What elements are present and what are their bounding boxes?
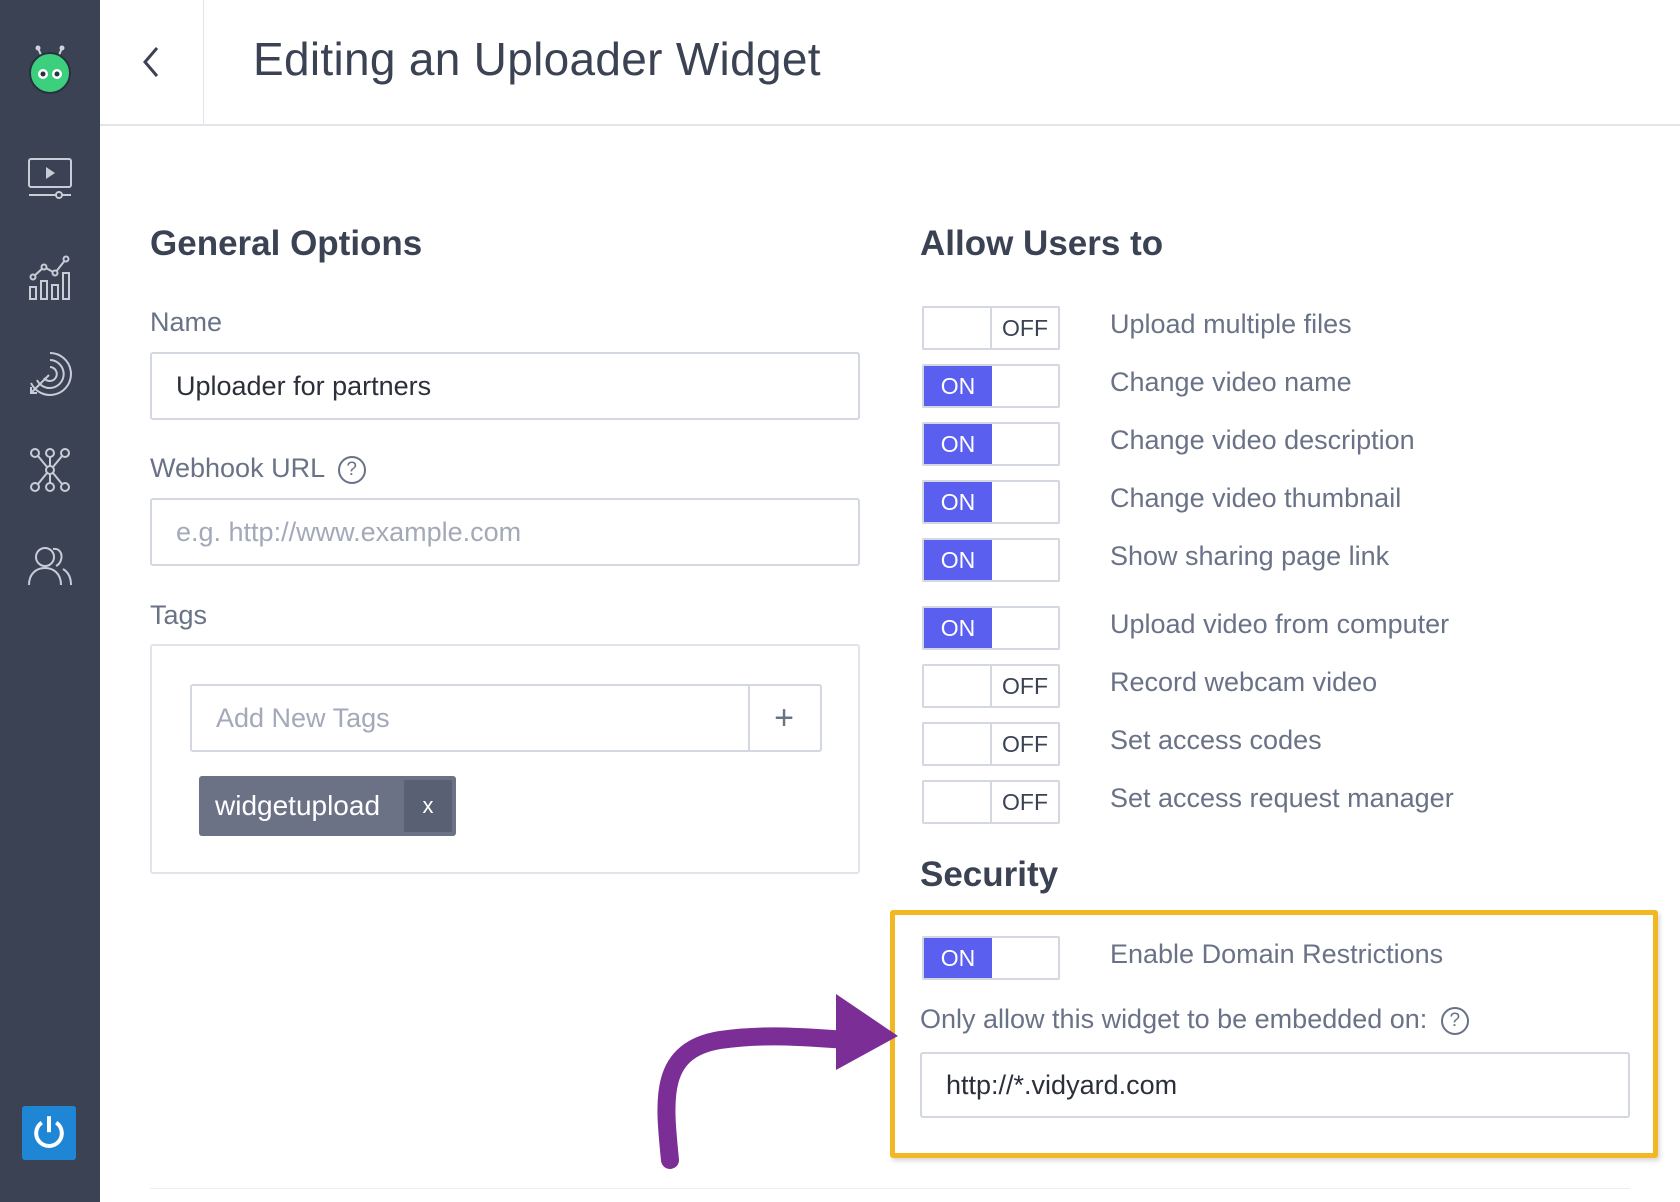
chevron-left-icon xyxy=(142,47,158,77)
page-header: Editing an Uploader Widget xyxy=(100,0,1680,126)
option-label: Change video thumbnail xyxy=(1110,483,1402,513)
toggle-on-label: ON xyxy=(924,424,992,464)
tag-input[interactable]: Add New Tags xyxy=(190,684,750,752)
webhook-url-input[interactable]: e.g. http://www.example.com xyxy=(150,498,860,566)
toggle-show-sharing-page-link[interactable]: ON xyxy=(922,538,1060,582)
option-label: Upload multiple files xyxy=(1110,309,1352,339)
toggle-off-label: OFF xyxy=(990,782,1058,822)
toggle-off-label: OFF xyxy=(990,308,1058,348)
back-button[interactable] xyxy=(100,0,204,124)
users-icon[interactable] xyxy=(24,540,76,592)
toggle-change-video-name[interactable]: ON xyxy=(922,364,1060,408)
power-icon[interactable] xyxy=(22,1106,76,1160)
toggle-set-access-request-manager[interactable]: OFF xyxy=(922,780,1060,824)
general-options-title: General Options xyxy=(150,224,423,263)
toggle-off-label: OFF xyxy=(990,724,1058,764)
allow-users-title: Allow Users to xyxy=(920,224,1164,263)
toggle-change-video-thumbnail[interactable]: ON xyxy=(922,480,1060,524)
toggle-upload-multiple-files[interactable]: OFF xyxy=(922,306,1060,350)
curved-arrow-icon xyxy=(657,994,898,1169)
tags-label: Tags xyxy=(150,600,208,630)
option-label: Upload video from computer xyxy=(1110,609,1450,639)
help-icon[interactable]: ? xyxy=(337,455,366,484)
page-title: Editing an Uploader Widget xyxy=(253,33,821,85)
name-label: Name xyxy=(150,307,223,337)
plus-icon: + xyxy=(774,698,794,737)
toggle-on-label: ON xyxy=(924,366,992,406)
toggle-on-label: ON xyxy=(924,608,992,648)
tag-input-placeholder: Add New Tags xyxy=(216,702,390,733)
robot-logo-icon[interactable] xyxy=(24,44,76,96)
webhook-url-label: Webhook URL ? xyxy=(150,453,366,484)
tag-chip-label: widgetupload xyxy=(215,790,381,821)
name-input-value: Uploader for partners xyxy=(176,370,432,401)
security-title: Security xyxy=(920,855,1059,894)
option-label: Set access codes xyxy=(1110,725,1322,755)
toggle-upload-video-from-computer[interactable]: ON xyxy=(922,606,1060,650)
toggle-set-access-codes[interactable]: OFF xyxy=(922,722,1060,766)
toggle-record-webcam-video[interactable]: OFF xyxy=(922,664,1060,708)
toggle-off-label: OFF xyxy=(990,666,1058,706)
toggle-on-label: ON xyxy=(924,482,992,522)
option-label: Change video name xyxy=(1110,367,1352,397)
target-icon[interactable] xyxy=(24,348,76,400)
add-tag-button[interactable]: + xyxy=(748,684,822,752)
video-player-icon[interactable] xyxy=(24,152,76,204)
name-input[interactable]: Uploader for partners xyxy=(150,352,860,420)
divider xyxy=(150,1188,1630,1189)
webhook-url-placeholder: e.g. http://www.example.com xyxy=(176,516,522,547)
option-label: Show sharing page link xyxy=(1110,541,1390,571)
sidebar xyxy=(0,0,100,1202)
highlight-box xyxy=(890,910,1658,1158)
toggle-on-label: ON xyxy=(924,540,992,580)
network-icon[interactable] xyxy=(24,444,76,496)
remove-tag-button[interactable]: x xyxy=(404,780,453,832)
webhook-url-label-text: Webhook URL xyxy=(150,453,325,483)
toggle-change-video-description[interactable]: ON xyxy=(922,422,1060,466)
tags-box: Add New Tags + widgetupload x xyxy=(150,644,860,874)
analytics-chart-icon[interactable] xyxy=(24,252,76,304)
option-label: Change video description xyxy=(1110,425,1415,455)
tag-chip: widgetupload x xyxy=(199,776,457,836)
option-label: Set access request manager xyxy=(1110,783,1454,813)
option-label: Record webcam video xyxy=(1110,667,1378,697)
